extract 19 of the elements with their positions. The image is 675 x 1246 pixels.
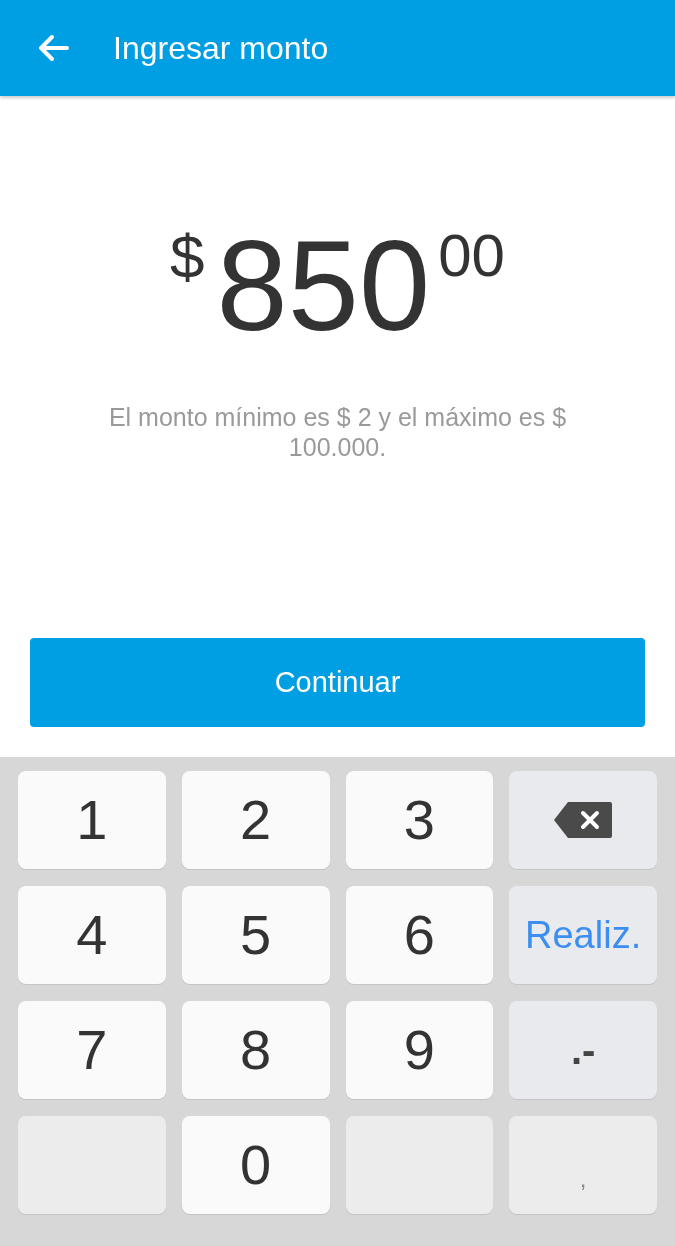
digit-key[interactable]: 0 [181, 1116, 330, 1214]
digit-key[interactable]: 1 [18, 771, 166, 869]
currency-symbol: $ [170, 226, 205, 288]
amount-value: 850 [216, 222, 431, 350]
digit-key[interactable]: 9 [345, 1001, 494, 1099]
back-arrow-icon[interactable] [37, 34, 69, 62]
backspace-icon [554, 802, 613, 838]
backspace-key[interactable] [509, 771, 657, 869]
amount-limits-note: El monto mínimo es $ 2 y el máximo es $ 100.000. [107, 402, 568, 462]
digit-key[interactable]: 4 [18, 886, 166, 984]
digit-key[interactable]: 8 [181, 1001, 330, 1099]
digit-key[interactable]: 6 [345, 886, 494, 984]
screen-title: Ingresar monto [113, 29, 329, 68]
digit-key[interactable]: 5 [181, 886, 330, 984]
amount-cents: 00 [438, 226, 505, 286]
digit-key[interactable]: 3 [345, 771, 494, 869]
digit-key[interactable]: 7 [18, 1001, 166, 1099]
digit-key[interactable]: 2 [181, 771, 330, 869]
symbol-key[interactable]: .- [509, 1001, 657, 1099]
